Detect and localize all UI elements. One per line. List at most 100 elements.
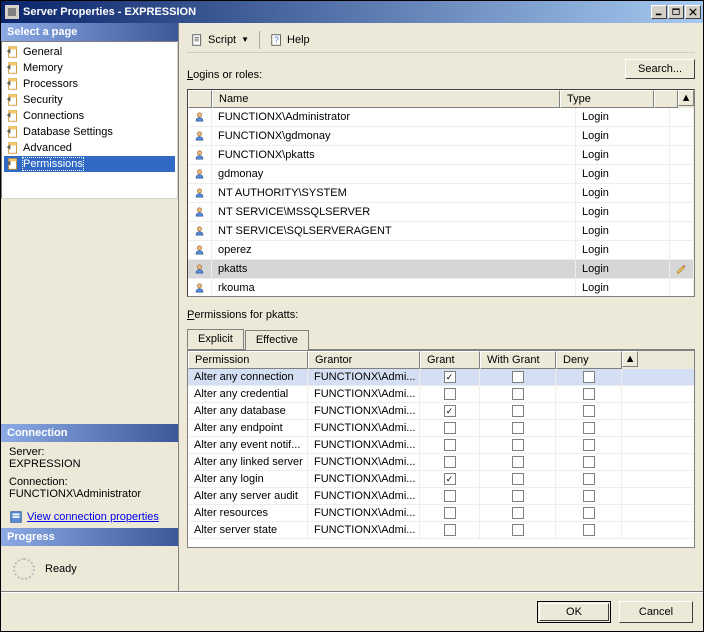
checkbox[interactable] [444,388,456,400]
col-name-header[interactable]: Name [212,90,560,108]
checkbox[interactable] [444,524,456,536]
checkbox[interactable] [444,456,456,468]
sidebar-item-permissions[interactable]: Permissions [4,156,175,172]
sidebar-item-database-settings[interactable]: Database Settings [4,124,175,140]
col-permission-header[interactable]: Permission [188,351,308,369]
script-button[interactable]: Script ▼ [187,31,253,49]
page-list[interactable]: General Memory Processors Security Conne… [1,41,178,199]
permissions-grid[interactable]: Permission Grantor Grant With Grant Deny… [187,350,695,548]
search-button[interactable]: Search... [625,59,695,79]
col-icon-header[interactable] [188,90,212,108]
permission-row[interactable]: Alter any database FUNCTIONX\Admi... ✓ [188,403,694,420]
login-name: FUNCTIONX\Administrator [212,108,576,126]
checkbox[interactable] [583,524,595,536]
sidebar-item-label: Permissions [23,158,83,170]
view-conn-text[interactable]: View connection properties [27,511,159,523]
checkbox[interactable] [512,490,524,502]
permission-grantor: FUNCTIONX\Admi... [308,386,420,402]
checkbox[interactable] [512,422,524,434]
login-row[interactable]: FUNCTIONX\pkatts Login [188,146,694,165]
checkbox[interactable]: ✓ [444,371,456,383]
sidebar-item-advanced[interactable]: Advanced [4,140,175,156]
checkbox[interactable] [583,405,595,417]
permission-row[interactable]: Alter resources FUNCTIONX\Admi... [188,505,694,522]
sidebar-item-general[interactable]: General [4,44,175,60]
checkbox[interactable] [444,490,456,502]
user-icon [194,148,205,162]
titlebar[interactable]: Server Properties - EXPRESSION [1,1,703,23]
left-pane: Select a page General Memory Processors … [1,23,179,592]
page-icon [6,93,20,107]
checkbox[interactable]: ✓ [444,473,456,485]
page-icon [6,109,20,123]
checkbox[interactable] [512,524,524,536]
logins-grid[interactable]: Name Type ▲ FUNCTIONX\Administrator Logi… [187,89,695,297]
permission-row[interactable]: Alter server state FUNCTIONX\Admi... [188,522,694,539]
col-action-header[interactable] [654,90,678,108]
login-name: NT AUTHORITY\SYSTEM [212,184,576,202]
checkbox[interactable] [583,507,595,519]
permission-row[interactable]: Alter any server audit FUNCTIONX\Admi... [188,488,694,505]
col-grantor-header[interactable]: Grantor [308,351,420,369]
maximize-button[interactable] [668,5,684,19]
login-row[interactable]: NT AUTHORITY\SYSTEM Login [188,184,694,203]
permission-row[interactable]: Alter any linked server FUNCTIONX\Admi..… [188,454,694,471]
progress-header: Progress [1,528,178,546]
checkbox[interactable] [583,490,595,502]
chevron-down-icon: ▼ [241,35,249,44]
col-type-header[interactable]: Type [560,90,654,108]
permission-row[interactable]: Alter any login FUNCTIONX\Admi... ✓ [188,471,694,488]
user-icon [194,281,205,295]
sidebar-item-processors[interactable]: Processors [4,76,175,92]
login-row[interactable]: gdmonay Login [188,165,694,184]
checkbox[interactable] [512,439,524,451]
checkbox[interactable] [583,439,595,451]
login-row[interactable]: rkouma Login [188,279,694,296]
checkbox[interactable] [583,371,595,383]
permission-row[interactable]: Alter any credential FUNCTIONX\Admi... [188,386,694,403]
permission-row[interactable]: Alter any event notif... FUNCTIONX\Admi.… [188,437,694,454]
checkbox[interactable] [512,456,524,468]
col-grant-header[interactable]: Grant [420,351,480,369]
checkbox[interactable] [444,439,456,451]
checkbox[interactable] [512,371,524,383]
checkbox[interactable] [583,456,595,468]
scroll-up-icon[interactable]: ▲ [678,90,694,106]
tab-explicit[interactable]: Explicit [187,329,244,349]
sidebar-item-memory[interactable]: Memory [4,60,175,76]
checkbox[interactable] [512,473,524,485]
checkbox[interactable] [512,388,524,400]
checkbox[interactable] [512,507,524,519]
permission-name: Alter any credential [188,386,308,402]
tab-effective[interactable]: Effective [245,330,309,350]
cancel-button[interactable]: Cancel [619,601,693,623]
perm-scroll-up-icon[interactable]: ▲ [622,351,638,367]
checkbox[interactable] [583,388,595,400]
checkbox[interactable] [512,405,524,417]
permission-row[interactable]: Alter any endpoint FUNCTIONX\Admi... [188,420,694,437]
login-row[interactable]: pkatts Login [188,260,694,279]
checkbox[interactable]: ✓ [444,405,456,417]
login-row[interactable]: operez Login [188,241,694,260]
checkbox[interactable] [583,422,595,434]
col-withgrant-header[interactable]: With Grant [480,351,556,369]
checkbox[interactable] [583,473,595,485]
login-row[interactable]: FUNCTIONX\Administrator Login [188,108,694,127]
view-connection-properties-link[interactable]: View connection properties [9,510,170,524]
login-type: Login [576,222,670,240]
col-deny-header[interactable]: Deny [556,351,622,369]
sidebar-item-connections[interactable]: Connections [4,108,175,124]
login-row[interactable]: FUNCTIONX\gdmonay Login [188,127,694,146]
checkbox[interactable] [444,507,456,519]
checkbox[interactable] [444,422,456,434]
connection-value: FUNCTIONX\Administrator [9,488,170,500]
ok-button[interactable]: OK [537,601,611,623]
minimize-button[interactable] [651,5,667,19]
login-row[interactable]: NT SERVICE\MSSQLSERVER Login [188,203,694,222]
close-button[interactable] [685,5,701,19]
help-button[interactable]: ? Help [266,31,314,49]
sidebar-item-security[interactable]: Security [4,92,175,108]
login-row[interactable]: NT SERVICE\SQLSERVERAGENT Login [188,222,694,241]
permission-row[interactable]: Alter any connection FUNCTIONX\Admi... ✓ [188,369,694,386]
permission-name: Alter any connection [188,369,308,385]
